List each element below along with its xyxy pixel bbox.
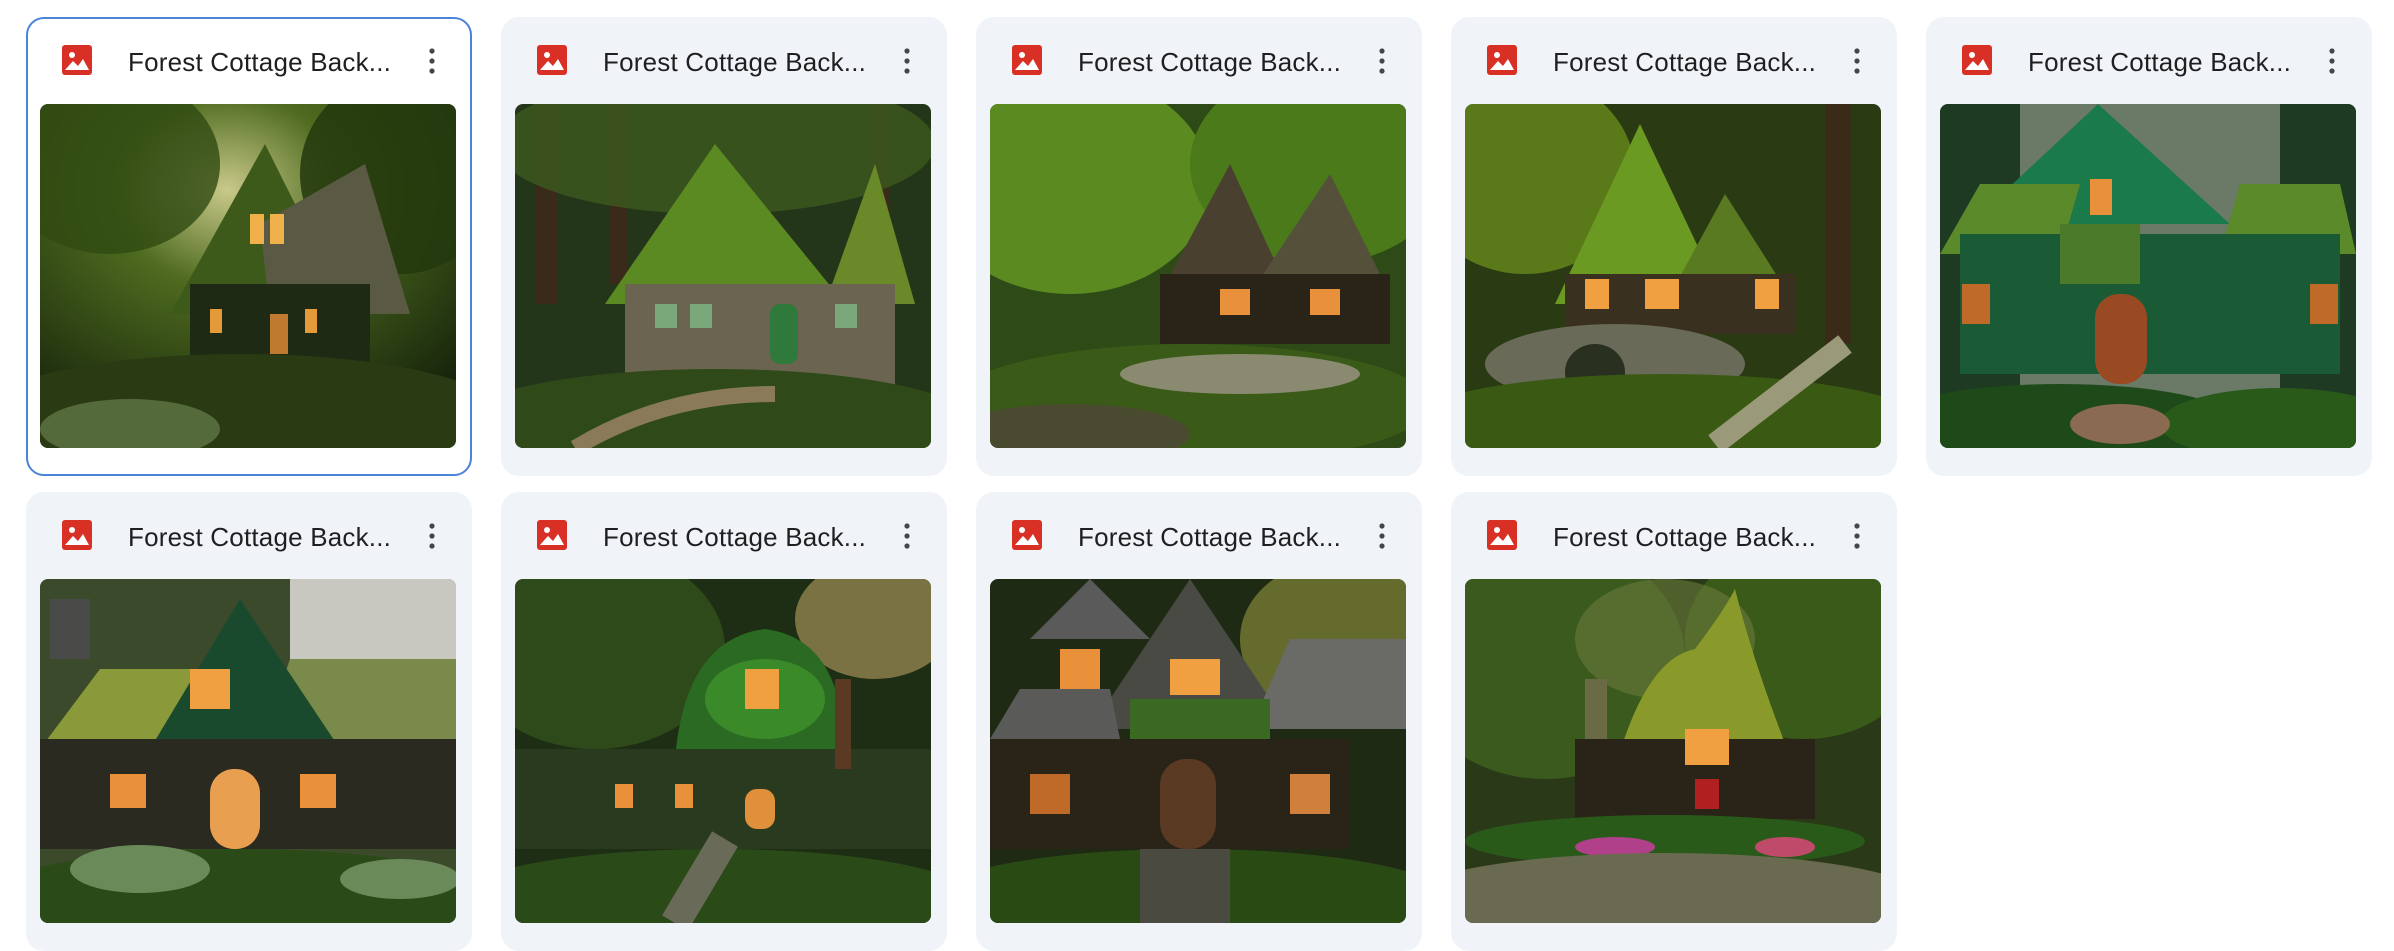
forest-cottage-image [515,579,931,923]
file-thumbnail[interactable] [1940,104,2356,448]
file-card-header: Forest Cottage Back... [503,19,945,107]
more-options-button[interactable] [1362,41,1402,81]
more-options-button[interactable] [1837,516,1877,556]
file-thumbnail[interactable] [515,579,931,923]
more-options-button[interactable] [412,516,452,556]
file-thumbnail[interactable] [40,104,456,448]
image-file-icon [537,45,567,75]
file-thumbnail[interactable] [1465,579,1881,923]
file-thumbnail[interactable] [990,579,1406,923]
more-vert-icon [904,523,910,549]
file-card[interactable]: Forest Cottage Back... [1451,17,1897,476]
forest-cottage-image [40,579,456,923]
file-card-header: Forest Cottage Back... [978,19,1420,107]
forest-cottage-image [1940,104,2356,448]
file-card[interactable]: Forest Cottage Back... [501,17,947,476]
file-title: Forest Cottage Back... [603,522,867,552]
more-vert-icon [1854,48,1860,74]
file-title: Forest Cottage Back... [1078,47,1342,77]
file-card[interactable]: Forest Cottage Back... [26,17,472,476]
file-card-header: Forest Cottage Back... [28,494,470,582]
image-file-icon [1962,45,1992,75]
more-vert-icon [1854,523,1860,549]
image-file-icon [1012,45,1042,75]
file-card-header: Forest Cottage Back... [1453,494,1895,582]
more-options-button[interactable] [887,41,927,81]
file-title: Forest Cottage Back... [1078,522,1342,552]
file-title: Forest Cottage Back... [128,47,392,77]
file-title: Forest Cottage Back... [1553,522,1817,552]
file-card[interactable]: Forest Cottage Back... [26,492,472,951]
image-file-icon [537,520,567,550]
file-card[interactable]: Forest Cottage Back... [976,492,1422,951]
forest-cottage-image [990,104,1406,448]
file-thumbnail[interactable] [515,104,931,448]
forest-cottage-image [990,579,1406,923]
image-file-icon [62,520,92,550]
file-card[interactable]: Forest Cottage Back... [976,17,1422,476]
file-card[interactable]: Forest Cottage Back... [1926,17,2372,476]
forest-cottage-image [515,104,931,448]
file-card-header: Forest Cottage Back... [503,494,945,582]
more-options-button[interactable] [887,516,927,556]
forest-cottage-image [40,104,456,448]
more-options-button[interactable] [1362,516,1402,556]
more-options-button[interactable] [1837,41,1877,81]
image-file-icon [1487,45,1517,75]
file-title: Forest Cottage Back... [603,47,867,77]
forest-cottage-image [1465,579,1881,923]
file-title: Forest Cottage Back... [2028,47,2292,77]
file-thumbnail[interactable] [1465,104,1881,448]
file-thumbnail[interactable] [40,579,456,923]
file-card-header: Forest Cottage Back... [978,494,1420,582]
image-file-icon [62,45,92,75]
more-vert-icon [1379,523,1385,549]
file-card-header: Forest Cottage Back... [1453,19,1895,107]
file-card-header: Forest Cottage Back... [28,19,470,107]
file-thumbnail[interactable] [990,104,1406,448]
more-vert-icon [1379,48,1385,74]
image-file-icon [1487,520,1517,550]
more-options-button[interactable] [412,41,452,81]
more-vert-icon [904,48,910,74]
more-vert-icon [429,523,435,549]
more-vert-icon [2329,48,2335,74]
file-title: Forest Cottage Back... [1553,47,1817,77]
more-vert-icon [429,48,435,74]
file-card-header: Forest Cottage Back... [1928,19,2370,107]
more-options-button[interactable] [2312,41,2352,81]
file-grid: Forest Cottage Back... Forest Cottage Ba… [26,17,2372,951]
image-file-icon [1012,520,1042,550]
forest-cottage-image [1465,104,1881,448]
file-card[interactable]: Forest Cottage Back... [1451,492,1897,951]
file-card[interactable]: Forest Cottage Back... [501,492,947,951]
file-title: Forest Cottage Back... [128,522,392,552]
